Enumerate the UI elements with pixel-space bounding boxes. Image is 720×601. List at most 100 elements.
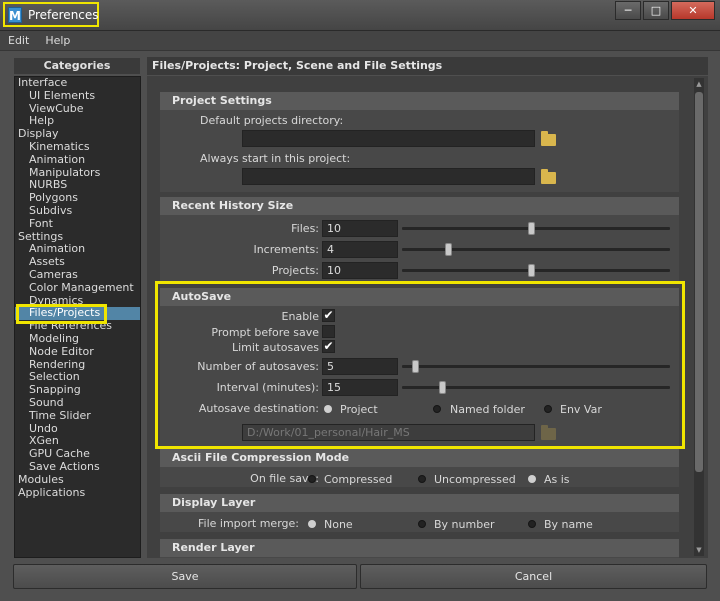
default-projects-dir-field[interactable] — [242, 130, 535, 147]
merge-by-name-radio[interactable] — [528, 520, 536, 528]
compression-uncompressed-radio[interactable] — [418, 475, 426, 483]
compression-compressed-label: Compressed — [324, 473, 393, 486]
prompt-before-save-label: Prompt before save — [211, 326, 319, 339]
category-item[interactable]: Subdivs — [15, 204, 140, 218]
on-file-save-label: On file save: — [250, 472, 319, 485]
enable-label: Enable — [281, 310, 319, 323]
category-item[interactable]: Node Editor — [15, 345, 140, 359]
destination-env-var-label: Env Var — [560, 403, 602, 416]
increments-field[interactable]: 4 — [322, 241, 398, 258]
projects-field[interactable]: 10 — [322, 262, 398, 279]
save-button[interactable]: Save — [13, 564, 357, 589]
ascii-compression-title[interactable]: Ascii File Compression Mode — [160, 449, 679, 467]
number-of-autosaves-field[interactable]: 5 — [322, 358, 398, 375]
category-item[interactable]: Snapping — [15, 383, 140, 397]
files-label: Files: — [291, 222, 319, 235]
scrollbar-thumb[interactable] — [695, 92, 703, 472]
project-settings-section: Project Settings Default projects direct… — [160, 92, 679, 192]
default-projects-dir-label: Default projects directory: — [200, 114, 344, 127]
window-title: Preferences — [27, 7, 99, 22]
menu-bar: Edit Help — [0, 31, 720, 51]
category-item[interactable]: Time Slider — [15, 409, 140, 423]
prompt-before-save-checkbox[interactable] — [322, 325, 335, 338]
destination-project-radio[interactable] — [324, 405, 332, 413]
destination-named-folder-label: Named folder — [450, 403, 525, 416]
increments-label: Increments: — [253, 243, 319, 256]
file-import-merge-label: File import merge: — [198, 517, 299, 530]
merge-by-number-radio[interactable] — [418, 520, 426, 528]
projects-slider-track[interactable] — [402, 269, 670, 272]
folder-icon[interactable] — [541, 131, 556, 146]
recent-history-title[interactable]: Recent History Size — [160, 197, 679, 215]
autosave-title[interactable]: AutoSave — [160, 288, 679, 306]
always-start-label: Always start in this project: — [200, 152, 351, 165]
category-item[interactable]: Animation — [15, 153, 140, 167]
compression-uncompressed-label: Uncompressed — [434, 473, 516, 486]
limit-autosaves-label: Limit autosaves — [231, 341, 319, 354]
merge-none-label: None — [324, 518, 353, 531]
settings-panel: Project Settings Default projects direct… — [147, 76, 708, 558]
scroll-down-arrow-icon[interactable]: ▼ — [695, 546, 703, 554]
number-of-autosaves-slider-track[interactable] — [402, 365, 670, 368]
category-item[interactable]: Interface — [15, 77, 140, 90]
category-item[interactable]: Cameras — [15, 268, 140, 282]
close-button[interactable]: ✕ — [671, 1, 715, 20]
category-item[interactable]: Modeling — [15, 332, 140, 346]
increments-slider-track[interactable] — [402, 248, 670, 251]
category-item[interactable]: Save Actions — [15, 460, 140, 474]
scroll-up-arrow-icon[interactable]: ▲ — [695, 80, 703, 88]
folder-icon[interactable] — [541, 425, 556, 440]
category-item[interactable]: Font — [15, 217, 140, 231]
project-settings-title[interactable]: Project Settings — [160, 92, 679, 110]
compression-compressed-radio[interactable] — [308, 475, 316, 483]
files-field[interactable]: 10 — [322, 220, 398, 237]
maya-app-icon: M — [8, 6, 22, 23]
panel-header: Files/Projects: Project, Scene and File … — [147, 57, 708, 75]
category-item[interactable]: Sound — [15, 396, 140, 410]
interval-minutes-field[interactable]: 15 — [322, 379, 398, 396]
category-item[interactable]: GPU Cache — [15, 447, 140, 461]
autosave-section: AutoSave Enable ✔ Prompt before save Lim… — [160, 288, 679, 446]
files-slider-handle[interactable] — [527, 222, 535, 235]
enable-checkbox[interactable]: ✔ — [322, 309, 335, 322]
always-start-field[interactable] — [242, 168, 535, 185]
category-item[interactable]: UI Elements — [15, 89, 140, 103]
minimize-button[interactable]: ─ — [615, 1, 641, 20]
render-layer-section: Render Layer — [160, 539, 679, 558]
render-layer-title[interactable]: Render Layer — [160, 539, 679, 557]
check-icon: ✔ — [323, 308, 334, 322]
display-layer-section: Display Layer File import merge: None By… — [160, 494, 679, 532]
category-item[interactable]: Modules — [15, 473, 140, 487]
ascii-compression-section: Ascii File Compression Mode On file save… — [160, 449, 679, 487]
autosave-path-field[interactable]: D:/Work/01_personal/Hair_MS — [242, 424, 535, 441]
projects-slider-handle[interactable] — [527, 264, 535, 277]
increments-slider-handle[interactable] — [444, 243, 452, 256]
compression-as-is-radio[interactable] — [528, 475, 536, 483]
cancel-button[interactable]: Cancel — [360, 564, 707, 589]
category-item[interactable]: Color Management — [15, 281, 140, 295]
interval-slider-handle[interactable] — [439, 381, 447, 394]
window-controls: ─ □ ✕ — [615, 1, 715, 20]
projects-label: Projects: — [271, 264, 319, 277]
maximize-button[interactable]: □ — [643, 1, 669, 20]
number-of-autosaves-label: Number of autosaves: — [197, 360, 319, 373]
title-bar: M Preferences ─ □ ✕ — [0, 0, 720, 31]
destination-named-folder-radio[interactable] — [433, 405, 441, 413]
compression-as-is-label: As is — [544, 473, 570, 486]
merge-by-number-label: By number — [434, 518, 495, 531]
destination-project-label: Project — [340, 403, 378, 416]
autosave-destination-label: Autosave destination: — [198, 402, 319, 415]
files-slider-track[interactable] — [402, 227, 670, 230]
number-of-autosaves-slider-handle[interactable] — [412, 360, 420, 373]
panel-scrollbar[interactable]: ▲ ▼ — [694, 78, 704, 556]
limit-autosaves-checkbox[interactable]: ✔ — [322, 340, 335, 353]
folder-icon[interactable] — [541, 169, 556, 184]
destination-env-var-radio[interactable] — [544, 405, 552, 413]
categories-header: Categories — [14, 58, 140, 74]
menu-help[interactable]: Help — [37, 34, 78, 47]
display-layer-title[interactable]: Display Layer — [160, 494, 679, 512]
category-item[interactable]: Applications — [15, 486, 140, 500]
menu-edit[interactable]: Edit — [0, 34, 37, 47]
category-item[interactable]: Kinematics — [15, 140, 140, 154]
merge-none-radio[interactable] — [308, 520, 316, 528]
